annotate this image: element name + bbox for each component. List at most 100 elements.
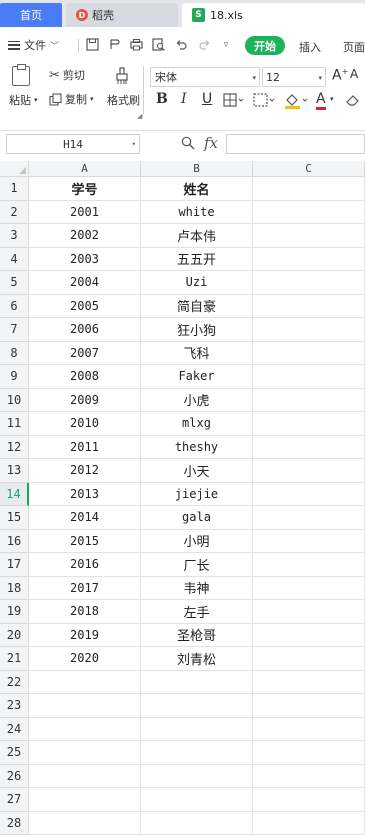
cell-id[interactable]: 2013	[29, 483, 141, 507]
cell-empty[interactable]	[253, 624, 365, 648]
cell-id[interactable]: 2011	[29, 436, 141, 460]
row-header[interactable]: 21	[0, 647, 29, 671]
cell-empty[interactable]	[253, 436, 365, 460]
cell-name[interactable]: mlxg	[141, 412, 253, 436]
cell-name[interactable]: 飞科	[141, 342, 253, 366]
cell-empty[interactable]	[253, 788, 365, 812]
cell-id[interactable]: 2018	[29, 600, 141, 624]
row-header[interactable]: 11	[0, 412, 29, 436]
tab-page-layout[interactable]: 页面	[343, 39, 365, 55]
tab-start[interactable]: 开始	[245, 36, 285, 55]
cell-id[interactable]: 2017	[29, 577, 141, 601]
cell-empty[interactable]	[253, 812, 365, 835]
cell-id[interactable]: 2005	[29, 295, 141, 319]
cell-empty[interactable]	[253, 342, 365, 366]
undo-icon[interactable]	[174, 38, 188, 52]
cell-id[interactable]: 2002	[29, 224, 141, 248]
underline-button[interactable]: U	[202, 91, 212, 107]
cell-id[interactable]: 2006	[29, 318, 141, 342]
row-header[interactable]: 12	[0, 436, 29, 460]
cell-name[interactable]	[141, 765, 253, 789]
format-painter-label-wrap[interactable]: 格式刷	[107, 92, 140, 108]
row-header[interactable]: 17	[0, 553, 29, 577]
row-header[interactable]: 18	[0, 577, 29, 601]
cell-name[interactable]: 刘青松	[141, 647, 253, 671]
cell-empty[interactable]	[253, 647, 365, 671]
cell-empty[interactable]	[253, 694, 365, 718]
cell-empty[interactable]	[253, 389, 365, 413]
row-header[interactable]: 15	[0, 506, 29, 530]
copy-button[interactable]: 复制 ▾	[49, 91, 94, 107]
cell-id[interactable]	[29, 741, 141, 765]
cell-id[interactable]: 2008	[29, 365, 141, 389]
italic-button[interactable]: I	[181, 91, 187, 107]
cell-name[interactable]: 五五开	[141, 248, 253, 272]
row-header[interactable]: 27	[0, 788, 29, 812]
tab-file[interactable]: S 18.xls	[182, 3, 365, 27]
row-header[interactable]: 9	[0, 365, 29, 389]
cell-name[interactable]: white	[141, 201, 253, 225]
cell-name[interactable]: 左手	[141, 600, 253, 624]
row-header[interactable]: 28	[0, 812, 29, 835]
cell-name[interactable]: jiejie	[141, 483, 253, 507]
cell-empty[interactable]	[253, 600, 365, 624]
cell-name[interactable]: 圣枪哥	[141, 624, 253, 648]
formula-input[interactable]	[226, 134, 365, 154]
cell-id[interactable]	[29, 718, 141, 742]
paste-button[interactable]	[12, 66, 30, 86]
row-header[interactable]: 14	[0, 483, 29, 507]
format-painter-button[interactable]	[114, 66, 130, 86]
row-header[interactable]: 3	[0, 224, 29, 248]
row-header[interactable]: 10	[0, 389, 29, 413]
cell-empty[interactable]	[253, 577, 365, 601]
cell-name[interactable]: gala	[141, 506, 253, 530]
redo-icon[interactable]	[197, 38, 211, 52]
cell-empty[interactable]	[253, 506, 365, 530]
cell-empty[interactable]	[253, 201, 365, 225]
cell-name[interactable]: 卢本伟	[141, 224, 253, 248]
print-icon[interactable]	[129, 38, 143, 52]
cell-name[interactable]	[141, 718, 253, 742]
clear-format-button[interactable]	[345, 93, 361, 111]
cell-name[interactable]: 狂小狗	[141, 318, 253, 342]
cell-id[interactable]: 2001	[29, 201, 141, 225]
cell-id[interactable]: 2016	[29, 553, 141, 577]
more-commands-icon[interactable]: ▿	[219, 38, 233, 52]
cell-id[interactable]	[29, 788, 141, 812]
cell-empty[interactable]	[253, 671, 365, 695]
cell-name[interactable]: 小天	[141, 459, 253, 483]
cell-empty[interactable]	[253, 412, 365, 436]
cell-id[interactable]: 2007	[29, 342, 141, 366]
cell-name[interactable]: 厂长	[141, 553, 253, 577]
cell-name[interactable]: 简自豪	[141, 295, 253, 319]
row-header[interactable]: 26	[0, 765, 29, 789]
cell-id[interactable]: 2012	[29, 459, 141, 483]
cell-empty[interactable]	[253, 459, 365, 483]
cell-id[interactable]	[29, 671, 141, 695]
name-box[interactable]: H14 ▾	[6, 134, 140, 154]
row-header[interactable]: 22	[0, 671, 29, 695]
cell-id[interactable]: 2014	[29, 506, 141, 530]
cell-name[interactable]: theshy	[141, 436, 253, 460]
cell-id[interactable]: 2004	[29, 271, 141, 295]
cell-id[interactable]: 2009	[29, 389, 141, 413]
row-header[interactable]: 24	[0, 718, 29, 742]
fill-color-button[interactable]	[284, 93, 310, 113]
increase-font-button[interactable]: A+	[332, 67, 348, 84]
export-pdf-icon[interactable]	[107, 38, 121, 52]
cell-empty[interactable]	[253, 248, 365, 272]
row-header[interactable]: 25	[0, 741, 29, 765]
cell-id[interactable]: 2020	[29, 647, 141, 671]
select-all-corner[interactable]	[0, 161, 29, 177]
bold-button[interactable]: B	[156, 91, 168, 107]
row-header[interactable]: 7	[0, 318, 29, 342]
cell-empty[interactable]	[253, 318, 365, 342]
row-header[interactable]: 4	[0, 248, 29, 272]
row-header[interactable]: 20	[0, 624, 29, 648]
tab-docer[interactable]: D 稻壳	[66, 3, 178, 27]
tab-home[interactable]: 首页	[0, 3, 62, 27]
cell-name[interactable]	[141, 741, 253, 765]
insert-function-button[interactable]: fx	[204, 134, 218, 152]
font-size-select[interactable]: 12 ▾	[262, 67, 326, 87]
cell-empty[interactable]	[253, 530, 365, 554]
